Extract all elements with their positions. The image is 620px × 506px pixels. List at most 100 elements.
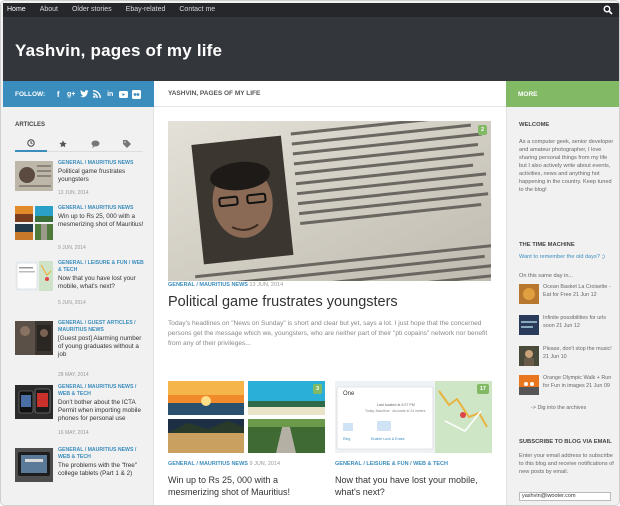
nav-older-stories[interactable]: Older stories <box>72 3 112 17</box>
article-date: 28 MAY, 2014 <box>58 372 89 378</box>
list-item[interactable]: GENERAL / MAURITIUS NEWS / WEB & TECH Th… <box>15 446 147 486</box>
flickr-icon[interactable] <box>131 89 141 99</box>
article-thumbnail[interactable] <box>15 206 53 240</box>
google-plus-icon[interactable]: g+ <box>66 89 76 99</box>
youtube-icon[interactable] <box>118 89 128 99</box>
time-machine-text[interactable]: Orange Olympic Walk + Run for Fun in ima… <box>543 375 618 390</box>
article-title[interactable]: Don't bother about the ICTA Permit when … <box>58 399 148 423</box>
article-category[interactable]: GENERAL / GUEST ARTICLES / MAURITIUS NEW… <box>58 320 148 334</box>
linkedin-icon[interactable]: in <box>105 89 115 99</box>
lock-erase-button[interactable]: Enable Lock & Erase <box>371 437 405 441</box>
card-image[interactable]: 3 <box>168 381 325 453</box>
list-item[interactable]: GENERAL / MAURITIUS NEWS Win up to Rs 25… <box>15 204 147 254</box>
twitter-icon[interactable] <box>79 89 89 99</box>
tab-popular[interactable] <box>47 136 79 152</box>
article-category[interactable]: GENERAL / MAURITIUS NEWS <box>58 205 133 212</box>
list-item[interactable]: GENERAL / LEISURE & FUN / WEB & TECH Now… <box>15 259 147 309</box>
article-date: 9 JUN, 2014 <box>58 245 86 251</box>
card-category[interactable]: GENERAL / MAURITIUS NEWS 9 JUN, 2014 <box>168 461 280 467</box>
top-navigation: Home About Older stories Ebay-related Co… <box>3 3 619 17</box>
tab-comments[interactable] <box>79 136 111 152</box>
card1-date: 9 JUN, 2014 <box>249 461 281 467</box>
card-image[interactable]: One Last located at 9:27 PM Today, Mauri… <box>335 381 492 453</box>
site-header: Yashvin, pages of my life <box>3 17 619 81</box>
post-thumbnail[interactable] <box>519 315 539 335</box>
article-thumbnail[interactable] <box>15 321 53 355</box>
article-title[interactable]: Political game frustrates youngsters <box>58 168 148 184</box>
follow-bar: FOLLOW: f g+ in <box>3 81 154 107</box>
featured-image[interactable]: 2 <box>168 121 491 281</box>
article-category[interactable]: GENERAL / MAURITIUS NEWS / WEB & TECH <box>58 384 148 398</box>
article-title[interactable]: The problems with the "free" college tab… <box>58 462 148 478</box>
tab-recent[interactable] <box>15 136 47 152</box>
nav-ebay-related[interactable]: Ebay-related <box>126 3 166 17</box>
tm3-date: 21 Jun 10 <box>543 353 567 360</box>
article-title[interactable]: Now that you have lost your mobile, what… <box>58 275 148 291</box>
map-screenshot <box>335 381 492 453</box>
article-thumbnail[interactable] <box>15 385 53 419</box>
post-thumbnail[interactable] <box>519 346 539 366</box>
phone-located: Last located at 9:27 PM <box>377 403 415 407</box>
article-category[interactable]: GENERAL / LEISURE & FUN / WEB & TECH <box>58 260 148 274</box>
mauritius-collage <box>168 381 325 453</box>
tm2-date: 21 Jun 12 <box>556 322 580 329</box>
facebook-icon[interactable]: f <box>53 89 63 99</box>
post-thumbnail[interactable] <box>519 284 539 304</box>
time-machine-subtitle: On this same day in... <box>519 273 574 279</box>
articles-title: ARTICLES <box>15 122 45 128</box>
ring-button[interactable]: Ring <box>343 437 350 441</box>
subscribe-title: SUBSCRIBE TO BLOG VIA EMAIL <box>519 439 612 445</box>
follow-label: FOLLOW: <box>15 90 46 98</box>
card2-cat[interactable]: GENERAL / LEISURE & FUN / WEB & TECH <box>335 461 448 467</box>
tm3-text[interactable]: Please, don't stop the music! <box>543 346 612 352</box>
featured-comments: 2 <box>480 127 484 133</box>
breadcrumb-text: YASHVIN, PAGES OF MY LIFE <box>168 90 261 97</box>
subscribe-text: Enter your email address to subscribe to… <box>519 453 614 475</box>
welcome-text: As a computer geek, senior developer and… <box>519 139 614 193</box>
article-thumbnail[interactable] <box>15 161 53 191</box>
card-title[interactable]: Now that you have lost your mobile, what… <box>335 474 492 498</box>
comment-count[interactable]: 3 <box>312 384 322 394</box>
featured-title[interactable]: Political game frustrates youngsters <box>168 294 398 310</box>
card-category[interactable]: GENERAL / LEISURE & FUN / WEB & TECH <box>335 461 448 467</box>
article-category[interactable]: GENERAL / MAURITIUS NEWS / WEB & TECH <box>58 447 148 461</box>
card2-comments: 17 <box>479 386 486 392</box>
article-title[interactable]: Win up to Rs 25, 000 with a mesmerizing … <box>58 213 148 229</box>
tm4-date: 21 Jun 09 <box>586 382 610 389</box>
comment-count[interactable]: 2 <box>477 125 487 135</box>
email-field[interactable]: yashvin@iwooter.com <box>519 492 611 501</box>
article-title[interactable]: [Guest post] Alarming number of young gr… <box>58 335 148 359</box>
time-machine-text[interactable]: Ocean Basket La Croisette - Eat for Free… <box>543 284 618 299</box>
main-content: 2 GENERAL / MAURITIUS NEWS 13 JUN, 2014 … <box>154 107 506 505</box>
article-category[interactable]: GENERAL / MAURITIUS NEWS <box>58 160 133 167</box>
rss-icon[interactable] <box>92 89 102 99</box>
featured-cat-text[interactable]: GENERAL / MAURITIUS NEWS <box>168 282 248 288</box>
archives-link[interactable]: -> Dig into the archives <box>531 405 586 411</box>
post-thumbnail[interactable] <box>519 375 539 395</box>
featured-category[interactable]: GENERAL / MAURITIUS NEWS 13 JUN, 2014 <box>168 282 283 288</box>
breadcrumb: YASHVIN, PAGES OF MY LIFE <box>154 81 506 107</box>
site-title[interactable]: Yashvin, pages of my life <box>15 41 222 61</box>
tab-tags[interactable] <box>111 136 143 152</box>
article-thumbnail[interactable] <box>15 261 53 291</box>
search-icon[interactable] <box>603 5 613 15</box>
list-item[interactable]: GENERAL / MAURITIUS NEWS Political game … <box>15 159 147 199</box>
nav-contact-me[interactable]: Contact me <box>179 3 215 17</box>
comment-count[interactable]: 17 <box>476 384 489 394</box>
card1-cat[interactable]: GENERAL / MAURITIUS NEWS <box>168 461 248 467</box>
card1-comments: 3 <box>315 386 319 392</box>
time-machine-text[interactable]: Infinite possibilities for urls soon 21 … <box>543 315 618 330</box>
featured-date: 13 JUN, 2014 <box>249 282 284 288</box>
list-item[interactable]: GENERAL / GUEST ARTICLES / MAURITIUS NEW… <box>15 319 147 379</box>
time-machine-question[interactable]: Want to remember the old days? ;) <box>519 253 617 261</box>
card-title[interactable]: Win up to Rs 25, 000 with a mesmerizing … <box>168 474 325 498</box>
article-thumbnail[interactable] <box>15 448 53 482</box>
tm1-date: 21 Jun 12 <box>572 291 597 298</box>
more-bar: MORE <box>506 81 619 107</box>
list-item[interactable]: GENERAL / MAURITIUS NEWS / WEB & TECH Do… <box>15 383 147 441</box>
clock-icon <box>27 139 35 147</box>
time-machine-text[interactable]: Please, don't stop the music! 21 Jun 10 <box>543 346 618 361</box>
nav-about[interactable]: About <box>40 3 58 17</box>
nav-home[interactable]: Home <box>7 3 26 17</box>
tag-icon <box>123 140 131 148</box>
